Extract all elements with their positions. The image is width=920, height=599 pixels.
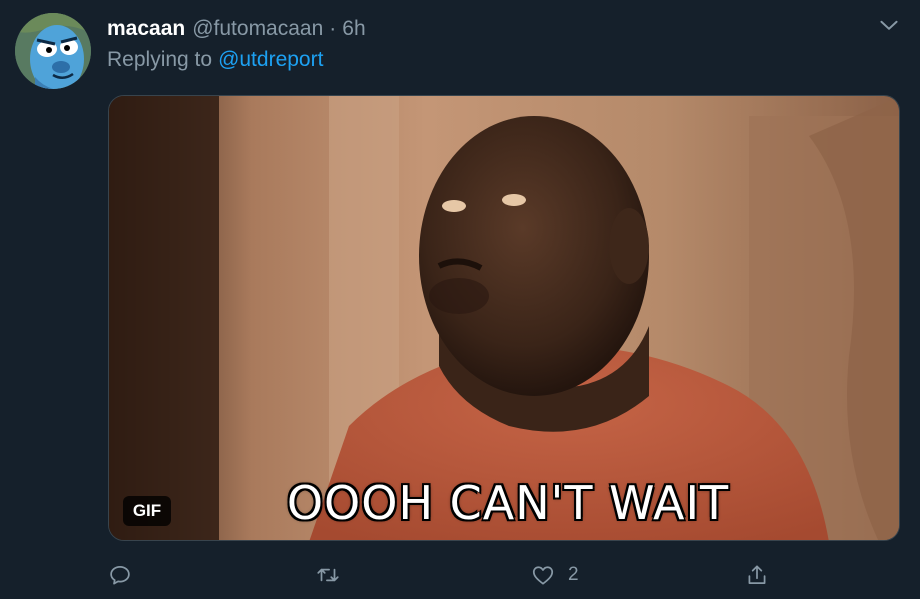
- replying-to: Replying to @utdreport: [107, 48, 323, 72]
- chevron-down-icon: [880, 20, 898, 30]
- share-icon: [748, 565, 766, 584]
- share-button[interactable]: [744, 555, 770, 595]
- reply-button[interactable]: [107, 555, 145, 595]
- gif-badge: GIF: [123, 496, 171, 526]
- more-menu-button[interactable]: [876, 12, 902, 38]
- separator-dot: ·: [329, 17, 337, 40]
- reply-icon: [110, 566, 130, 585]
- replying-to-link[interactable]: @utdreport: [218, 48, 323, 71]
- replying-to-label: Replying to: [107, 48, 213, 71]
- avatar[interactable]: [15, 13, 91, 89]
- timestamp[interactable]: 6h: [342, 17, 365, 41]
- user-handle[interactable]: @futomacaan: [192, 17, 323, 41]
- heart-icon: [532, 566, 554, 585]
- avatar-image: [15, 13, 91, 89]
- like-button[interactable]: 2: [530, 555, 579, 595]
- gif-frame: [109, 96, 899, 540]
- gif-caption: OOOH CAN'T WAIT: [286, 476, 730, 530]
- gif-media[interactable]: [108, 95, 900, 541]
- like-count: 2: [568, 564, 579, 585]
- retweet-icon: [317, 568, 339, 582]
- display-name[interactable]: macaan: [107, 17, 185, 41]
- tweet[interactable]: macaan @futomacaan · 6h Replying to @utdr…: [0, 0, 920, 599]
- tweet-actions: 2: [0, 555, 920, 595]
- retweet-button[interactable]: [315, 555, 353, 595]
- tweet-header: macaan @futomacaan · 6h: [107, 15, 366, 43]
